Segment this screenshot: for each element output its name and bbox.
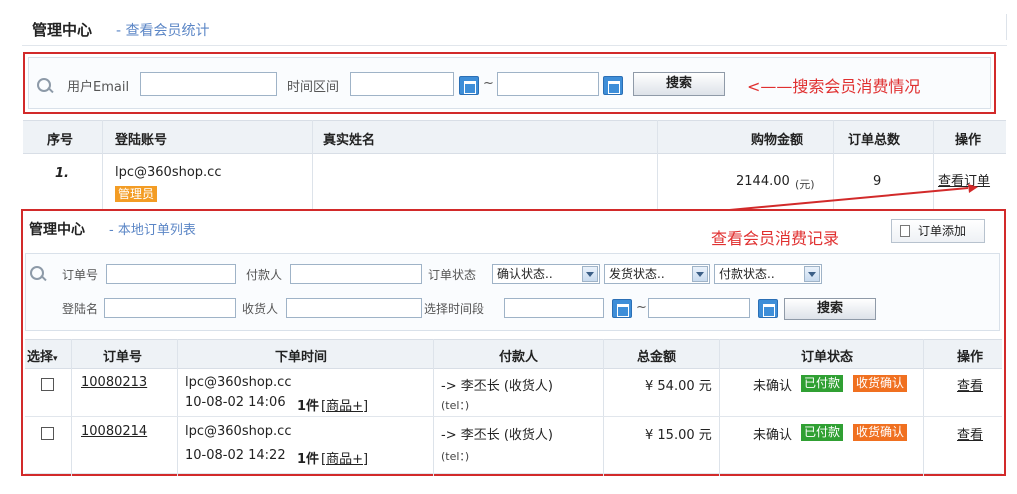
confirm-status-value: 确认状态.. — [497, 267, 553, 281]
login-name-input[interactable] — [104, 298, 236, 318]
date-separator: ~ — [483, 76, 494, 91]
order-list-panel: 管理中心 - 本地订单列表 查看会员消费记录 订单添加 订单号 付款人 订单状态… — [21, 209, 1006, 476]
order-total: ¥ 54.00 元 — [645, 379, 712, 394]
order-total: ¥ 15.00 元 — [645, 428, 712, 443]
confirm-status-select[interactable]: 确认状态.. — [492, 264, 600, 284]
col-account: 登陆账号 — [115, 133, 168, 148]
calendar-icon[interactable] — [459, 76, 479, 95]
admin-badge: 管理员 — [115, 186, 158, 202]
orders-annotation: 查看会员消费记录 — [711, 229, 840, 248]
col-order-time: 下单时间 — [275, 350, 328, 365]
col-action: 操作 — [955, 133, 982, 148]
col-payer: 付款人 — [499, 350, 539, 365]
order-payer: -> 李丕长 (收货人) — [441, 379, 553, 394]
calendar-icon[interactable] — [612, 299, 632, 318]
receipt-confirm-badge: 收货确认 — [853, 424, 908, 441]
receiver-label: 收货人 — [242, 302, 279, 316]
col-order-status: 订单状态 — [801, 350, 854, 365]
order-no-input[interactable] — [106, 264, 236, 284]
order-time: 10-08-02 14:06 — [185, 395, 286, 410]
chevron-down-icon — [582, 266, 598, 282]
col-order-count: 订单总数 — [848, 133, 901, 148]
paid-badge: 已付款 — [801, 375, 844, 392]
order-tel: (tel：) — [441, 399, 470, 412]
receipt-confirm-badge: 收货确认 — [853, 375, 908, 392]
order-status-label: 订单状态 — [428, 268, 477, 282]
page-subtitle: - 查看会员统计 — [116, 23, 210, 39]
email-input[interactable] — [140, 72, 277, 96]
calendar-icon[interactable] — [758, 299, 778, 318]
search-icon — [30, 266, 46, 282]
order-no-link[interactable]: 10080214 — [81, 424, 147, 439]
document-icon — [900, 225, 910, 237]
col-amount: 购物金额 — [751, 133, 804, 148]
payer-label: 付款人 — [246, 268, 283, 282]
col-order-no: 订单号 — [103, 350, 143, 365]
row-index: 1. — [55, 166, 69, 181]
table-header-row: 序号 登陆账号 真实姓名 购物金额 订单总数 操作 — [23, 120, 1006, 154]
view-order-link[interactable]: 查看 — [957, 424, 983, 443]
order-search-bar: 订单号 付款人 订单状态 确认状态.. 发货状态.. 付款状态.. 登陆名 收货… — [25, 253, 1000, 331]
row-checkbox[interactable] — [41, 378, 54, 391]
row-checkbox[interactable] — [41, 427, 54, 440]
member-search-highlight: 用户Email 时间区间 ~ 搜索 <——搜索会员消费情况 — [23, 52, 996, 114]
search-annotation: <——搜索会员消费情况 — [747, 77, 921, 96]
order-user: lpc@360shop.cc — [185, 375, 292, 390]
calendar-icon[interactable] — [603, 76, 623, 95]
start-date-input[interactable] — [350, 72, 454, 96]
col-index: 序号 — [47, 133, 74, 148]
date-range-label: 时间区间 — [287, 80, 340, 95]
goods-link[interactable]: [商品+] — [321, 448, 368, 467]
order-confirm-status: 未确认 — [753, 379, 793, 394]
header-divider — [1006, 14, 1007, 40]
add-order-button[interactable]: 订单添加 — [891, 219, 985, 243]
chevron-down-icon — [804, 266, 820, 282]
page-title: 管理中心 — [32, 21, 93, 39]
pay-status-select[interactable]: 付款状态.. — [714, 264, 822, 284]
paid-badge: 已付款 — [801, 424, 844, 441]
table-row: 10080214 lpc@360shop.cc 10-08-02 14:22 1… — [25, 418, 1002, 474]
goods-link[interactable]: [商品+] — [321, 395, 368, 414]
order-start-date-input[interactable] — [504, 298, 604, 318]
order-no-link[interactable]: 10080213 — [81, 375, 147, 390]
order-qty: 1件 — [297, 452, 320, 467]
order-table-header: 选择▾ 订单号 下单时间 付款人 总金额 订单状态 操作 — [25, 339, 1002, 369]
col-total: 总金额 — [637, 350, 677, 365]
search-icon — [37, 78, 53, 94]
col-order-action: 操作 — [957, 350, 984, 365]
order-qty: 1件 — [297, 399, 320, 414]
col-realname: 真实姓名 — [323, 133, 376, 148]
order-time: 10-08-02 14:22 — [185, 448, 286, 463]
order-tel: (tel：) — [441, 450, 470, 463]
order-search-button[interactable]: 搜索 — [784, 298, 876, 320]
row-account: lpc@360shop.cc — [115, 165, 222, 180]
col-select[interactable]: 选择▾ — [27, 346, 58, 365]
chevron-down-icon — [692, 266, 708, 282]
view-order-link[interactable]: 查看 — [957, 375, 983, 394]
pay-status-value: 付款状态.. — [719, 267, 775, 281]
member-search-bar: 用户Email 时间区间 ~ 搜索 <——搜索会员消费情况 — [28, 57, 991, 109]
email-label: 用户Email — [67, 80, 130, 95]
add-order-label: 订单添加 — [918, 224, 967, 238]
order-end-date-input[interactable] — [648, 298, 750, 318]
receiver-input[interactable] — [286, 298, 422, 318]
time-range-label: 选择时间段 — [424, 302, 485, 316]
orders-subtitle: - 本地订单列表 — [109, 223, 196, 238]
order-user: lpc@360shop.cc — [185, 424, 292, 439]
table-row: 10080213 lpc@360shop.cc 10-08-02 14:06 1… — [25, 369, 1002, 417]
order-no-label: 订单号 — [62, 268, 99, 282]
login-name-label: 登陆名 — [62, 302, 99, 316]
order-payer: -> 李丕长 (收货人) — [441, 428, 553, 443]
ship-status-value: 发货状态.. — [609, 267, 665, 281]
order-confirm-status: 未确认 — [753, 428, 793, 443]
ship-status-select[interactable]: 发货状态.. — [604, 264, 710, 284]
search-button[interactable]: 搜索 — [633, 72, 725, 96]
date-separator: ~ — [636, 300, 647, 315]
orders-title: 管理中心 — [29, 222, 85, 238]
page-header: 管理中心 - 查看会员统计 — [22, 10, 1007, 46]
end-date-input[interactable] — [497, 72, 599, 96]
payer-input[interactable] — [290, 264, 422, 284]
